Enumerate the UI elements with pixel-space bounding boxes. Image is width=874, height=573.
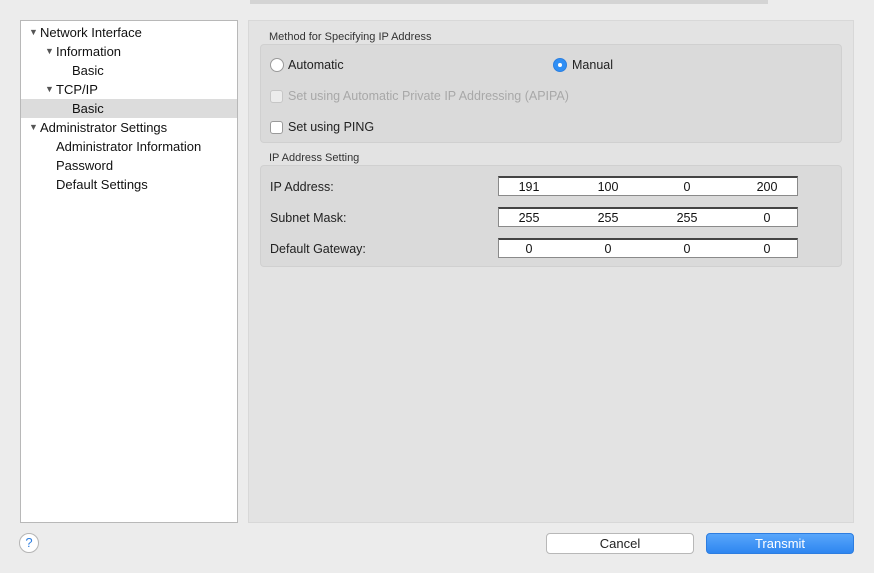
tree-item-label: Administrator Information bbox=[56, 139, 202, 154]
tree-item-label: TCP/IP bbox=[56, 82, 98, 97]
tree-item-tcpip-basic[interactable]: Basic bbox=[21, 99, 237, 118]
default-gateway-label: Default Gateway: bbox=[270, 242, 366, 256]
subnet-mask-octet-4[interactable]: 0 bbox=[737, 211, 797, 225]
default-gateway-field[interactable]: 0 0 0 0 bbox=[498, 238, 798, 258]
ip-setting-section-title: IP Address Setting bbox=[269, 152, 360, 164]
default-gateway-octet-2[interactable]: 0 bbox=[578, 242, 638, 256]
tree-item-label: Password bbox=[56, 158, 114, 173]
ip-address-octet-3[interactable]: 0 bbox=[657, 180, 717, 194]
manual-radio-label[interactable]: Manual bbox=[572, 58, 613, 72]
transmit-button[interactable]: Transmit bbox=[706, 533, 854, 554]
ip-setting-group: IP Address: 191 100 0 200 Subnet Mask: 2… bbox=[260, 165, 842, 267]
ip-address-label: IP Address: bbox=[270, 180, 334, 194]
automatic-radio[interactable] bbox=[270, 58, 284, 72]
tree-item-information-basic[interactable]: Basic bbox=[21, 61, 237, 80]
subnet-mask-octet-1[interactable]: 255 bbox=[499, 211, 559, 225]
tree-item-label: Administrator Settings bbox=[40, 120, 168, 135]
manual-radio[interactable] bbox=[553, 58, 567, 72]
settings-tree: ▼ Network Interface ▼ Information Basic … bbox=[20, 20, 238, 523]
expand-triangle-icon[interactable]: ▼ bbox=[45, 42, 54, 61]
tree-item-administrator-settings[interactable]: ▼ Administrator Settings bbox=[21, 118, 237, 137]
default-gateway-octet-1[interactable]: 0 bbox=[499, 242, 559, 256]
subnet-mask-label: Subnet Mask: bbox=[270, 211, 347, 225]
subnet-mask-field[interactable]: 255 255 255 0 bbox=[498, 207, 798, 227]
tree-item-label: Network Interface bbox=[40, 25, 142, 40]
ip-address-octet-2[interactable]: 100 bbox=[578, 180, 638, 194]
expand-triangle-icon[interactable]: ▼ bbox=[45, 80, 54, 99]
default-gateway-octet-4[interactable]: 0 bbox=[737, 242, 797, 256]
help-button[interactable]: ? bbox=[19, 533, 39, 553]
default-gateway-octet-3[interactable]: 0 bbox=[657, 242, 717, 256]
apipa-checkbox[interactable] bbox=[270, 90, 283, 103]
subnet-mask-octet-3[interactable]: 255 bbox=[657, 211, 717, 225]
ping-checkbox[interactable] bbox=[270, 121, 283, 134]
method-section-title: Method for Specifying IP Address bbox=[269, 31, 432, 43]
method-group: Automatic Manual Set using Automatic Pri… bbox=[260, 44, 842, 143]
expand-triangle-icon[interactable]: ▼ bbox=[29, 23, 38, 42]
tree-item-default-settings[interactable]: Default Settings bbox=[21, 175, 237, 194]
tree-item-label: Basic bbox=[72, 63, 104, 78]
subnet-mask-octet-2[interactable]: 255 bbox=[578, 211, 638, 225]
expand-triangle-icon[interactable]: ▼ bbox=[29, 118, 38, 137]
window-top-edge bbox=[250, 0, 768, 4]
tree-item-password[interactable]: Password bbox=[21, 156, 237, 175]
tree-item-network-interface[interactable]: ▼ Network Interface bbox=[21, 23, 237, 42]
ip-address-octet-1[interactable]: 191 bbox=[499, 180, 559, 194]
tree-item-administrator-information[interactable]: Administrator Information bbox=[21, 137, 237, 156]
cancel-button[interactable]: Cancel bbox=[546, 533, 694, 554]
ip-address-field[interactable]: 191 100 0 200 bbox=[498, 176, 798, 196]
tree-item-label: Information bbox=[56, 44, 122, 59]
ping-checkbox-label[interactable]: Set using PING bbox=[288, 120, 374, 134]
ip-address-octet-4[interactable]: 200 bbox=[737, 180, 797, 194]
apipa-checkbox-label: Set using Automatic Private IP Addressin… bbox=[288, 89, 569, 103]
tree-item-information[interactable]: ▼ Information bbox=[21, 42, 237, 61]
automatic-radio-label[interactable]: Automatic bbox=[288, 58, 344, 72]
tree-item-label: Default Settings bbox=[56, 177, 148, 192]
settings-panel: Method for Specifying IP Address Automat… bbox=[248, 20, 854, 523]
tree-item-tcpip[interactable]: ▼ TCP/IP bbox=[21, 80, 237, 99]
tree-item-label: Basic bbox=[72, 101, 104, 116]
